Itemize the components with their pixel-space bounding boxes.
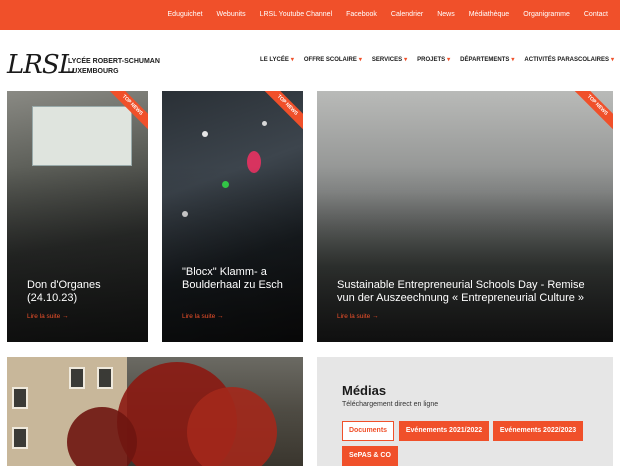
nav-item-departements[interactable]: DÉPARTEMENTS ▾ xyxy=(460,56,514,63)
utility-links: Eduguichet Webunits LRSL Youtube Channel… xyxy=(154,11,608,18)
news-title[interactable]: Don d'Organes (24.10.23) xyxy=(27,279,134,305)
climbing-hold xyxy=(262,121,267,126)
utility-link-youtube[interactable]: LRSL Youtube Channel xyxy=(260,11,333,18)
nav-label: DÉPARTEMENTS xyxy=(460,57,510,63)
news-card-blocx[interactable]: TOP NEWS "Blocx" Klamm- a Boulderhaal zu… xyxy=(162,91,303,342)
building-window xyxy=(12,387,28,409)
documents-button[interactable]: Documents xyxy=(342,421,394,441)
utility-link-organigramme[interactable]: Organigramme xyxy=(523,11,570,18)
nav-item-le-lycee[interactable]: LE LYCÉE ▾ xyxy=(260,56,294,63)
nav-item-projets[interactable]: PROJETS ▾ xyxy=(417,56,450,63)
news-title[interactable]: Sustainable Entrepreneurial Schools Day … xyxy=(337,279,599,305)
utility-link-news[interactable]: News xyxy=(437,11,455,18)
utility-link-mediatheque[interactable]: Médiathèque xyxy=(469,11,509,18)
school-name-line2: LUXEMBOURG xyxy=(68,68,119,75)
utility-link-eduguichet[interactable]: Eduguichet xyxy=(168,11,203,18)
nav-label: SERVICES xyxy=(371,57,403,63)
read-more-link[interactable]: Lire la suite → xyxy=(337,313,379,320)
utility-link-facebook[interactable]: Facebook xyxy=(346,11,377,18)
nav-item-activites-parascolaires[interactable]: ACTIVITÉS PARASCOLAIRES ▾ xyxy=(524,56,614,63)
news-title[interactable]: "Blocx" Klamm- a Boulderhaal zu Esch xyxy=(182,266,289,292)
autumn-tree xyxy=(187,387,277,466)
logo[interactable]: LRSL xyxy=(7,50,76,80)
chevron-down-icon: ▾ xyxy=(610,57,614,63)
chevron-down-icon: ▾ xyxy=(404,57,408,63)
read-more-link[interactable]: Lire la suite → xyxy=(182,313,224,320)
nav-item-services[interactable]: SERVICES ▾ xyxy=(372,56,407,63)
news-card-entrepreneurial-schools[interactable]: TOP NEWS Sustainable Entrepreneurial Sch… xyxy=(317,91,613,342)
building-window xyxy=(97,367,113,389)
news-card-don-organes[interactable]: TOP NEWS Don d'Organes (24.10.23) Lire l… xyxy=(7,91,148,342)
events-2021-2022-button[interactable]: Evénements 2021/2022 xyxy=(399,421,489,441)
media-panel: Médias Téléchargement direct en ligne Do… xyxy=(317,357,613,466)
school-name[interactable]: LYCÉE ROBERT-SCHUMAN LUXEMBOURG xyxy=(68,57,160,77)
nav-label: ACTIVITÉS PARASCOLAIRES xyxy=(524,57,609,63)
climbing-hold xyxy=(202,131,208,137)
chevron-down-icon: ▾ xyxy=(358,57,362,63)
building-window xyxy=(12,427,28,449)
chevron-down-icon: ▾ xyxy=(511,57,515,63)
school-name-line1: LYCÉE ROBERT-SCHUMAN xyxy=(68,58,160,65)
nav-label: LE LYCÉE xyxy=(260,57,289,63)
nav-label: PROJETS xyxy=(417,57,446,63)
media-subtitle: Téléchargement direct en ligne xyxy=(342,401,439,408)
building-window xyxy=(69,367,85,389)
nav-item-offre-scolaire[interactable]: OFFRE SCOLAIRE ▾ xyxy=(304,56,362,63)
top-utility-bar: Eduguichet Webunits LRSL Youtube Channel… xyxy=(0,0,620,30)
media-title: Médias xyxy=(342,383,387,398)
nav-label: OFFRE SCOLAIRE xyxy=(303,57,357,63)
chevron-down-icon: ▾ xyxy=(290,57,294,63)
chevron-down-icon: ▾ xyxy=(447,57,451,63)
read-more-link[interactable]: Lire la suite → xyxy=(27,313,69,320)
main-nav: LE LYCÉE ▾ OFFRE SCOLAIRE ▾ SERVICES ▾ PROJ… xyxy=(250,56,614,63)
sepas-button[interactable]: SePAS & CO xyxy=(342,446,398,466)
events-2022-2023-button[interactable]: Evénements 2022/2023 xyxy=(493,421,583,441)
school-building-photo xyxy=(7,357,303,466)
projection-screen xyxy=(32,106,132,166)
utility-link-calendrier[interactable]: Calendrier xyxy=(391,11,423,18)
utility-link-contact[interactable]: Contact xyxy=(584,11,608,18)
utility-link-webunits[interactable]: Webunits xyxy=(217,11,246,18)
